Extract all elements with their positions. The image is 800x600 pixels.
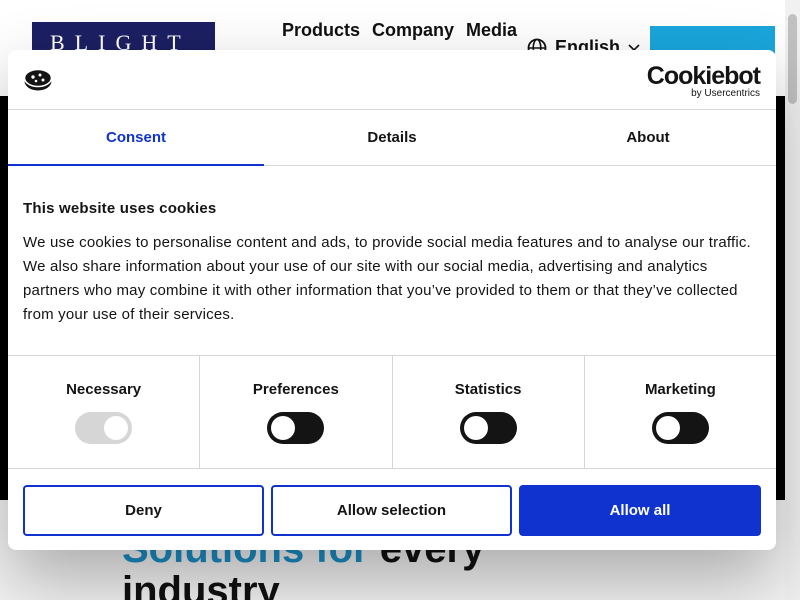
tab-consent[interactable]: Consent [8,110,264,166]
marketing-toggle[interactable] [651,412,709,444]
allow-selection-button[interactable]: Allow selection [271,485,512,536]
category-label: Statistics [454,381,522,398]
cookiebot-logo[interactable]: Cookiebot by Usercentrics [646,62,761,100]
category-necessary: Necessary [8,356,201,468]
category-label: Necessary [66,381,142,398]
consent-body: This website uses cookies We use cookies… [23,200,753,327]
consent-title: This website uses cookies [23,200,217,217]
toggle-knob [463,416,488,440]
category-statistics: Statistics [393,356,585,468]
dialog-header: Cookiebot by Usercentrics [8,50,776,110]
category-label: Preferences [252,381,339,398]
necessary-toggle [75,412,133,444]
cookie-icon [23,68,53,97]
deny-button[interactable]: Deny [23,485,264,536]
toggle-knob [271,416,296,440]
tab-about[interactable]: About [520,110,776,165]
category-label: Marketing [644,381,716,398]
consent-text: We use cookies to personalise content an… [23,234,751,323]
category-preferences: Preferences [200,356,393,468]
consent-categories: Necessary Preferences Statistics Marketi… [8,355,776,468]
dialog-actions: Deny Allow selection Allow all [8,468,776,550]
toggle-knob [655,416,680,440]
brand-name: Cookiebot [646,62,761,90]
toggle-knob [104,416,129,440]
cookie-consent-dialog: Cookiebot by Usercentrics Consent Detail… [8,50,776,550]
dialog-tabs: Consent Details About [8,110,776,166]
statistics-toggle[interactable] [459,412,517,444]
tab-details[interactable]: Details [264,110,520,165]
category-marketing: Marketing [585,356,776,468]
preferences-toggle[interactable] [267,412,325,444]
allow-all-button[interactable]: Allow all [519,485,761,536]
